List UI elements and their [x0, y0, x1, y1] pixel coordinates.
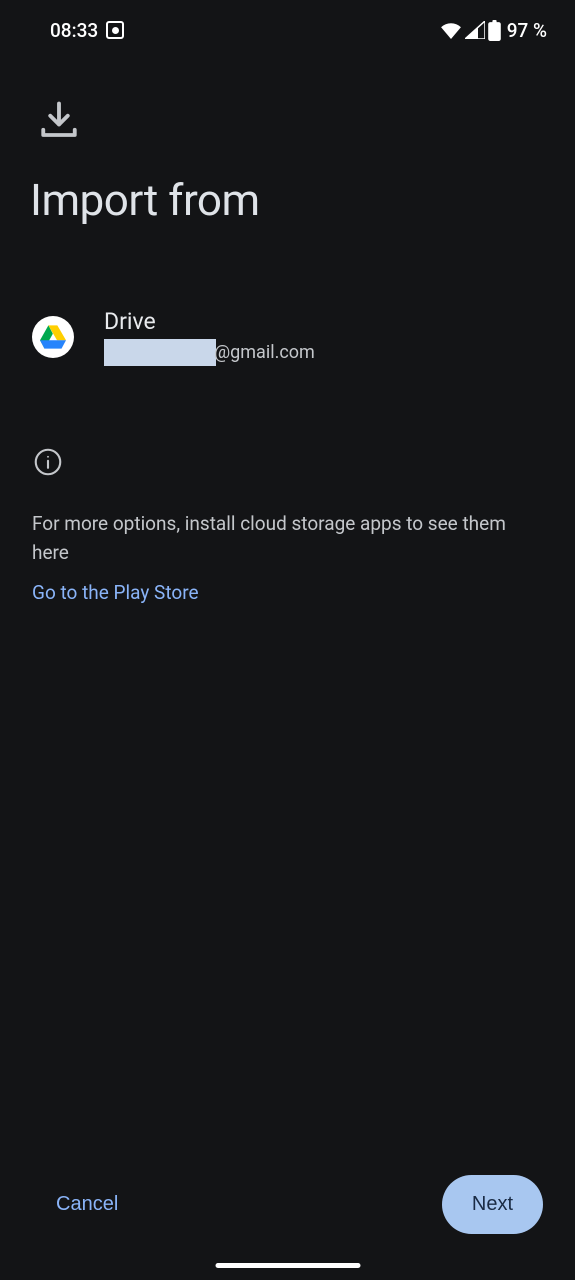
download-icon: [38, 100, 80, 142]
drive-icon: [32, 316, 74, 358]
option-text: Drive @gmail.com: [104, 308, 315, 366]
signal-icon: [465, 21, 485, 39]
info-block: For more options, install cloud storage …: [32, 448, 543, 604]
status-right: 97 %: [440, 19, 547, 42]
play-store-link[interactable]: Go to the Play Store: [32, 581, 543, 604]
status-time: 08:33: [50, 19, 98, 42]
redacted-email-prefix: [104, 339, 216, 366]
option-email: @gmail.com: [104, 339, 315, 366]
battery-icon: [488, 20, 501, 41]
info-icon: [34, 448, 62, 476]
email-suffix: @gmail.com: [214, 342, 315, 363]
camera-indicator-icon: [106, 21, 124, 39]
footer: Cancel Next: [0, 1175, 575, 1234]
content: Import from Drive @gmail.com For more op…: [0, 60, 575, 1280]
page-title: Import from: [30, 174, 543, 226]
status-left: 08:33: [50, 19, 124, 42]
info-text: For more options, install cloud storage …: [32, 510, 543, 567]
next-button[interactable]: Next: [442, 1175, 543, 1234]
status-bar: 08:33 97 %: [0, 0, 575, 60]
import-option-drive[interactable]: Drive @gmail.com: [32, 300, 543, 374]
wifi-icon: [440, 21, 462, 39]
battery-percent: 97 %: [507, 19, 547, 42]
option-title: Drive: [104, 308, 315, 335]
cancel-button[interactable]: Cancel: [56, 1193, 118, 1216]
nav-bar-handle[interactable]: [215, 1263, 360, 1268]
